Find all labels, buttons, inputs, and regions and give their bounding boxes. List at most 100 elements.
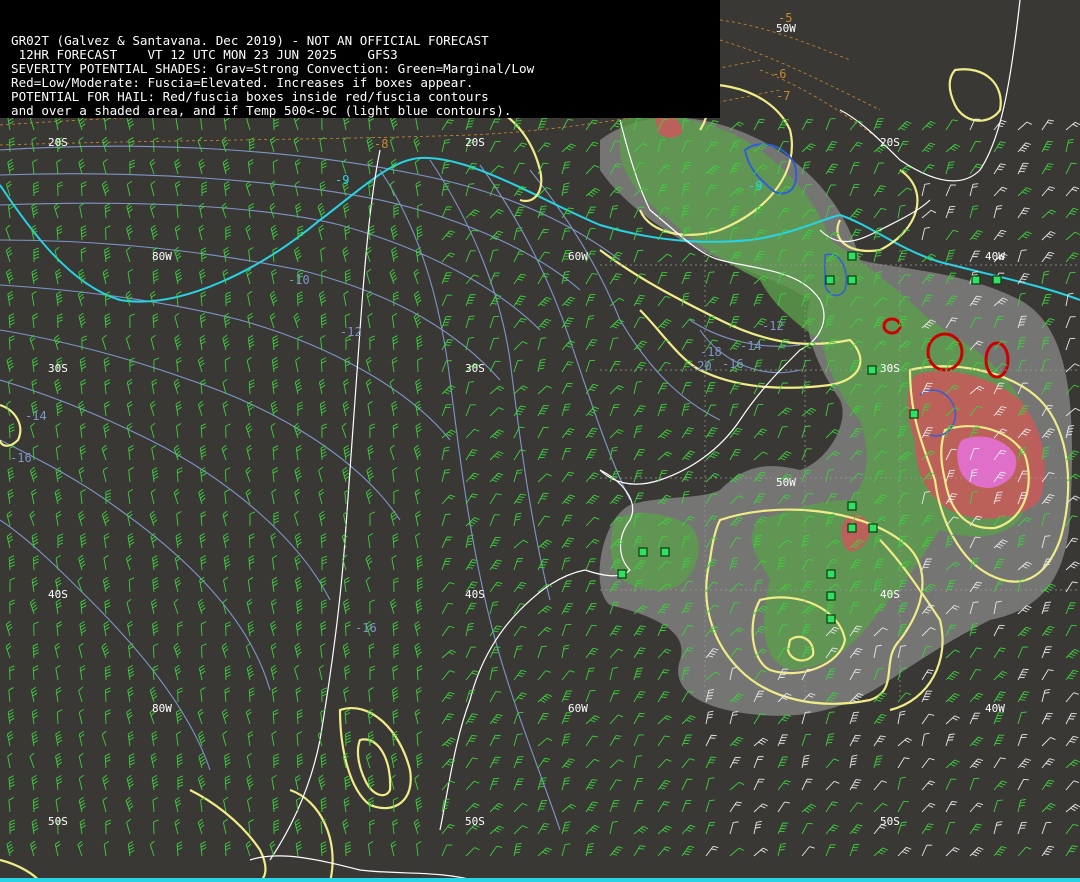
wind-barb [753, 294, 764, 307]
wind-barb [705, 296, 720, 307]
wind-barb [729, 711, 739, 725]
wind-barb [78, 730, 85, 747]
wind-barb [1017, 231, 1032, 241]
wind-barb [777, 843, 787, 857]
wind-barb [561, 494, 576, 505]
wind-barb [247, 159, 254, 175]
wind-barb [465, 622, 474, 637]
wind-barb [1017, 711, 1027, 725]
wind-barb [224, 467, 231, 483]
wind-barb [221, 708, 229, 725]
wind-barb [270, 620, 277, 637]
wind-barb [269, 202, 276, 219]
wind-barb [296, 731, 303, 747]
wind-barb [753, 778, 765, 791]
wind-barb [681, 450, 696, 461]
wind-barb [320, 313, 327, 329]
wind-barb [489, 118, 501, 131]
wind-barb [199, 445, 207, 461]
wind-barb [825, 402, 834, 417]
wind-barb [342, 818, 349, 835]
wind-barb [319, 401, 327, 417]
wind-barb [345, 841, 352, 857]
thickness-contours [0, 145, 801, 831]
wind-barb [561, 340, 576, 351]
lon-label-50w: 50W [776, 476, 796, 489]
wind-barb [633, 249, 644, 263]
wind-barb [391, 400, 398, 417]
wind-barb [365, 378, 372, 395]
wind-barb [199, 532, 206, 549]
wind-barb [777, 407, 792, 417]
wind-barb [102, 136, 109, 153]
wind-barb [1041, 601, 1051, 615]
wind-barb [6, 730, 14, 747]
wind-barb [441, 294, 453, 307]
wind-barb [921, 732, 930, 747]
wind-barb [103, 532, 110, 549]
wind-barb [104, 313, 111, 329]
wind-barb [102, 158, 108, 175]
wind-barb [321, 555, 328, 571]
wind-barb [9, 577, 16, 593]
wind-barb [8, 423, 15, 439]
wind-barb [31, 818, 39, 835]
wind-barb [103, 620, 110, 637]
wind-barb [561, 603, 574, 615]
wind-barb [513, 539, 529, 549]
wind-barb [585, 842, 595, 857]
wind-barb [561, 623, 572, 637]
wind-barb [489, 315, 500, 329]
wind-barb [245, 422, 253, 439]
wind-barb [105, 709, 111, 725]
wind-barb [1017, 758, 1031, 769]
wind-barb [105, 665, 111, 681]
wind-barb [489, 803, 504, 813]
wind-barb [489, 559, 503, 571]
wind-barb [1065, 316, 1076, 329]
wind-barb [344, 709, 351, 725]
wind-barb [489, 472, 504, 483]
wind-barb [247, 290, 253, 307]
wind-barb [993, 780, 1008, 791]
wind-barb [56, 159, 62, 175]
wind-barb [414, 400, 422, 417]
wind-barb [585, 164, 600, 175]
wind-barb [200, 687, 206, 703]
wind-barb [319, 510, 326, 527]
wind-barb [753, 451, 768, 461]
wind-barb [7, 379, 14, 395]
wind-barb [77, 576, 83, 593]
wind-barb [441, 582, 455, 593]
wind-barb [6, 840, 14, 857]
wind-barb [513, 692, 527, 703]
wind-barb [391, 554, 397, 571]
wind-barb [271, 555, 278, 571]
wind-barb [777, 426, 788, 439]
wind-barb [221, 642, 229, 659]
wind-barb [200, 511, 207, 527]
wind-barb [585, 119, 599, 131]
wind-barb [1041, 140, 1053, 153]
wind-barb [609, 273, 622, 285]
wind-barb [825, 733, 835, 747]
wind-barb [225, 291, 232, 307]
wind-barb [391, 357, 398, 373]
wind-barb [993, 186, 1008, 197]
wind-barb [513, 469, 523, 483]
wind-barb [102, 466, 108, 483]
wind-barb [1065, 337, 1076, 351]
wind-barb [174, 664, 182, 681]
wind-barb [513, 273, 527, 285]
wind-barb [8, 775, 15, 791]
wind-barb [441, 557, 452, 571]
wind-barb [79, 620, 87, 637]
wind-barb [296, 753, 303, 769]
wind-barb [200, 379, 207, 395]
wind-barb [1065, 823, 1079, 835]
wind-barb [801, 448, 812, 461]
wind-barb [561, 557, 571, 571]
wind-barb [1041, 689, 1051, 703]
wind-barb [585, 624, 597, 637]
wind-barb [969, 250, 981, 263]
